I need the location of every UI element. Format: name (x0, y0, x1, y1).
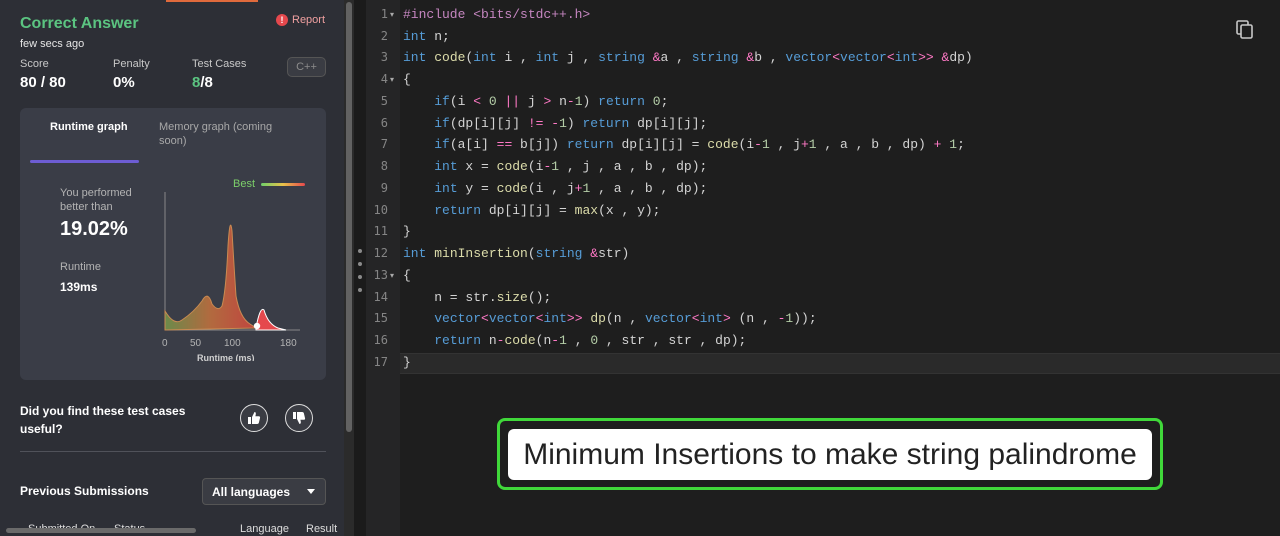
alert-icon: ! (276, 14, 288, 26)
chevron-down-icon (307, 489, 315, 494)
code-line[interactable]: if(i < 0 || j > n-1) return 0; (403, 91, 668, 113)
line-number: 15 (373, 311, 388, 325)
penalty-value: 0% (113, 74, 135, 91)
performance-label: You performed better than (60, 187, 132, 213)
line-number: 6 (380, 116, 388, 130)
x-tick-50: 50 (190, 338, 202, 349)
report-label: Report (292, 14, 326, 26)
code-line[interactable]: } (403, 221, 411, 243)
line-number: 11 (373, 224, 388, 238)
line-number: 10 (373, 203, 388, 217)
testcases-value: 8/8 (192, 74, 213, 91)
language-badge: C++ (287, 57, 326, 77)
tab-memory-graph[interactable]: Memory graph (coming soon) (159, 120, 289, 148)
thumbs-up-button[interactable] (240, 404, 268, 432)
code-line[interactable]: int n; (403, 26, 450, 48)
x-axis-label: Runtime (ms) (197, 353, 255, 361)
runtime-value: 139ms (60, 280, 98, 294)
code-line[interactable]: int x = code(i-1 , j , a , b , dp); (403, 156, 707, 178)
active-line-highlight (400, 353, 1280, 374)
line-number: 3 (380, 50, 388, 64)
line-number: 8 (380, 159, 388, 173)
splitter-dot (358, 262, 362, 266)
score-value: 80 / 80 (20, 74, 66, 91)
code-line[interactable]: int code(int i , int j , string &a , str… (403, 47, 973, 69)
code-line[interactable]: } (403, 352, 411, 374)
performance-value: 19.02% (60, 218, 128, 240)
tab-runtime-graph[interactable]: Runtime graph (50, 120, 140, 134)
line-number: 9 (380, 181, 388, 195)
section-divider (20, 451, 326, 452)
caption-overlay: Minimum Insertions to make string palind… (497, 418, 1163, 490)
line-number: 14 (373, 290, 388, 304)
score-label: Score (20, 58, 49, 70)
splitter-dot (358, 275, 362, 279)
code-line[interactable]: if(dp[i][j] != -1) return dp[i][j]; (403, 113, 707, 135)
runtime-distribution-graph: 0 50 100 180 Runtime (ms) (162, 192, 300, 361)
feedback-question: Did you find these test cases useful? (20, 404, 186, 436)
code-line[interactable]: { (403, 69, 411, 91)
result-time: few secs ago (20, 38, 85, 50)
thumbs-up-icon (248, 412, 261, 424)
code-line[interactable]: int minInsertion(string &str) (403, 243, 629, 265)
thumbs-down-button[interactable] (285, 404, 313, 432)
language-filter-value: All languages (212, 484, 291, 499)
testcases-label: Test Cases (192, 58, 247, 70)
code-line[interactable]: n = str.size(); (403, 287, 551, 309)
thumbs-down-icon (293, 412, 306, 424)
runtime-label: Runtime (60, 261, 101, 273)
code-line[interactable]: int y = code(i , j+1 , a , b , dp); (403, 178, 707, 200)
splitter-dot (358, 288, 362, 292)
app-root: Correct Answer few secs ago ! Report Sco… (0, 0, 1280, 536)
runtime-graph-card: Runtime graph Memory graph (coming soon)… (20, 108, 326, 380)
previous-submissions-title: Previous Submissions (20, 484, 149, 498)
x-tick-100: 100 (224, 338, 241, 349)
line-number: 12 (373, 246, 388, 260)
code-line[interactable]: #include <bits/stdc++.h> (403, 4, 590, 26)
splitter-dot (358, 249, 362, 253)
penalty-label: Penalty (113, 58, 150, 70)
submissions-header-result: Result (306, 523, 338, 535)
fold-toggle-icon[interactable]: ▾ (390, 10, 394, 19)
line-number: 13 (373, 268, 388, 282)
code-line[interactable]: vector<vector<int>> dp(n , vector<int> (… (403, 308, 816, 330)
line-number: 2 (380, 29, 388, 43)
horizontal-scrollbar[interactable] (6, 528, 196, 533)
copy-icon[interactable] (1236, 20, 1254, 40)
x-tick-0: 0 (162, 338, 168, 349)
panel-splitter[interactable] (354, 0, 366, 536)
x-tick-180: 180 (280, 338, 297, 349)
line-number: 1 (380, 7, 388, 21)
top-accent-bar (166, 0, 258, 2)
code-line[interactable]: return n-code(n-1 , 0 , str , str , dp); (403, 330, 746, 352)
line-number: 4 (380, 72, 388, 86)
language-filter-select[interactable]: All languages (202, 478, 326, 505)
testcases-total: /8 (200, 74, 213, 91)
code-line[interactable]: { (403, 265, 411, 287)
line-number: 5 (380, 94, 388, 108)
result-title: Correct Answer (20, 15, 139, 32)
distribution-curve (164, 224, 258, 331)
fold-toggle-icon[interactable]: ▾ (390, 271, 394, 280)
your-runtime-marker (253, 322, 261, 330)
line-number: 7 (380, 137, 388, 151)
vertical-scrollbar-thumb[interactable] (346, 2, 352, 432)
code-line[interactable]: if(a[i] == b[j]) return dp[i][j] = code(… (403, 134, 965, 156)
fold-toggle-icon[interactable]: ▾ (390, 75, 394, 84)
line-number: 16 (373, 333, 388, 347)
active-tab-indicator (30, 160, 139, 163)
caption-text: Minimum Insertions to make string palind… (508, 429, 1152, 480)
submissions-header-language: Language (240, 523, 289, 535)
submission-result-panel: Correct Answer few secs ago ! Report Sco… (0, 0, 344, 536)
code-line[interactable]: return dp[i][j] = max(x , y); (403, 200, 660, 222)
report-button[interactable]: ! Report (276, 14, 325, 26)
line-number: 17 (373, 355, 388, 369)
your-runtime-region (255, 308, 287, 331)
